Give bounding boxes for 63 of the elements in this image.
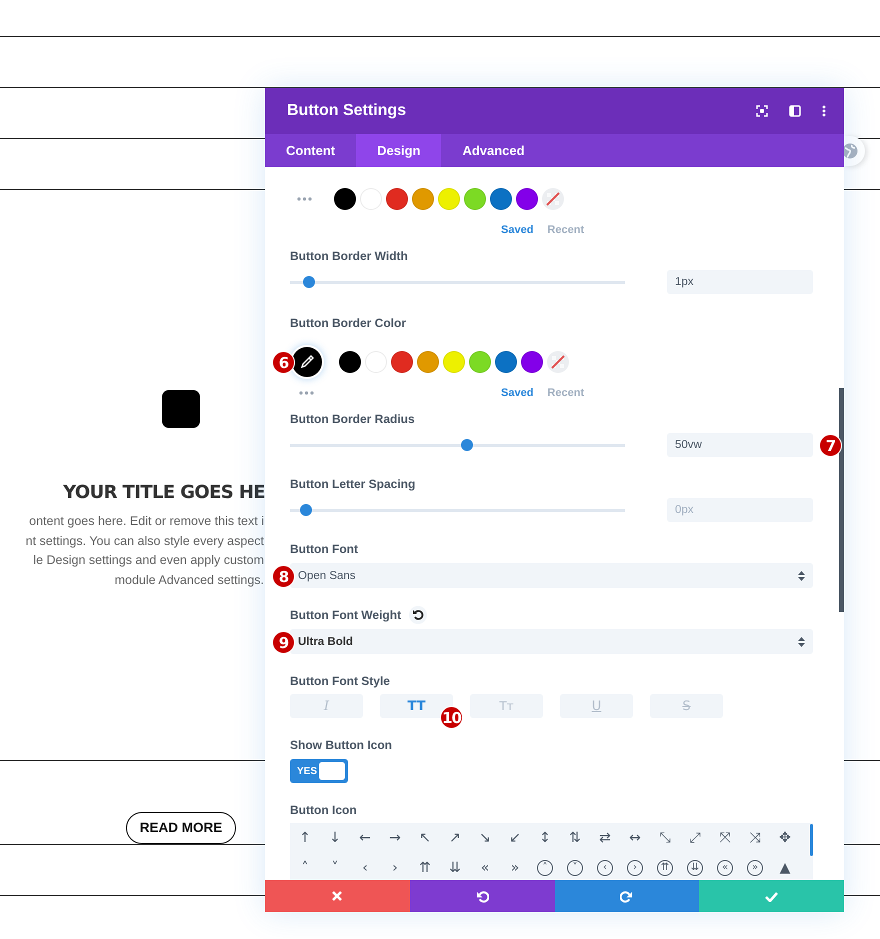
- icon-option[interactable]: ↕: [530, 823, 560, 853]
- icon-option[interactable]: ‹: [597, 860, 613, 876]
- saved-tab[interactable]: Saved: [501, 224, 534, 236]
- icon-option[interactable]: ˄: [537, 860, 553, 876]
- select-field[interactable]: Open Sans: [290, 563, 813, 588]
- icon-option[interactable]: ⤢: [680, 823, 710, 853]
- icon-option[interactable]: ↘: [470, 823, 500, 853]
- icon-option[interactable]: »: [747, 860, 763, 876]
- step-badge: 8: [272, 564, 295, 588]
- icon-option[interactable]: ⇊: [687, 860, 703, 876]
- icon-option[interactable]: ▲: [770, 853, 800, 880]
- tab[interactable]: Design: [356, 134, 442, 167]
- icon-option[interactable]: ⇈: [410, 853, 440, 880]
- step-badge: 10: [440, 706, 463, 729]
- icon-option[interactable]: ←: [350, 823, 380, 853]
- icon-option[interactable]: »: [500, 853, 530, 880]
- icon-option[interactable]: ‹: [350, 853, 380, 880]
- field-label: Show Button Icon: [290, 738, 392, 752]
- icon-option[interactable]: ›: [380, 853, 410, 880]
- icon-option[interactable]: →: [380, 823, 410, 853]
- icon-option[interactable]: ˅: [320, 853, 350, 880]
- icon-option[interactable]: ⇅: [560, 823, 590, 853]
- icon-option[interactable]: ↑: [290, 823, 320, 853]
- panel-title: Button Settings: [287, 102, 408, 120]
- tab[interactable]: Advanced: [441, 134, 546, 167]
- body-text: ontent goes here. Edit or remove this text i nt settings. You can also style every aspect le Design settings and even apply custom module Advanced settings.: [24, 513, 264, 590]
- field-label: Button Font Weight: [290, 608, 402, 622]
- read-more-button[interactable]: READ MORE: [126, 812, 236, 844]
- heading: YOUR TITLE GOES HE: [62, 482, 265, 504]
- input-field[interactable]: 0px: [667, 498, 813, 522]
- select-field[interactable]: Ultra Bold: [290, 629, 813, 654]
- tab[interactable]: Content: [265, 134, 356, 167]
- icon-option[interactable]: ⤧: [710, 823, 740, 853]
- step-badge: 9: [272, 630, 295, 654]
- icon-option[interactable]: «: [470, 853, 500, 880]
- field-label: Button Border Radius: [290, 412, 415, 426]
- icon-option[interactable]: ⇈: [657, 860, 673, 876]
- saved-tab[interactable]: Saved: [501, 387, 534, 399]
- icon-option[interactable]: ↖: [410, 823, 440, 853]
- icon-option[interactable]: ↔: [620, 823, 650, 853]
- icon-option[interactable]: ⇊: [440, 853, 470, 880]
- step-badge: 7: [819, 434, 842, 457]
- icon-option[interactable]: «: [717, 860, 733, 876]
- field-label: Button Letter Spacing: [290, 477, 416, 491]
- step-badge: 6: [272, 351, 295, 374]
- icon-option[interactable]: ↗: [440, 823, 470, 853]
- input-field[interactable]: 50vw: [667, 433, 813, 457]
- field-label: Button Font Style: [290, 674, 390, 688]
- icon-option[interactable]: ⤨: [740, 823, 770, 853]
- input-field[interactable]: 1px: [667, 270, 813, 294]
- icon-option[interactable]: ⤡: [650, 823, 680, 853]
- icon-option[interactable]: ↓: [320, 823, 350, 853]
- field-label: Button Border Width: [290, 249, 408, 263]
- icon-option[interactable]: ˄: [290, 853, 320, 880]
- field-label: Button Border Color: [290, 316, 406, 330]
- icon-option[interactable]: ˅: [567, 860, 583, 876]
- field-label: Button Font: [290, 542, 358, 556]
- icon-option[interactable]: ↙: [500, 823, 530, 853]
- icon-option[interactable]: ›: [627, 860, 643, 876]
- icon-option[interactable]: ✥: [770, 823, 800, 853]
- icon-option[interactable]: ⇄: [590, 823, 620, 853]
- field-label: Button Icon: [290, 803, 357, 817]
- toggle-switch[interactable]: YES: [290, 759, 348, 783]
